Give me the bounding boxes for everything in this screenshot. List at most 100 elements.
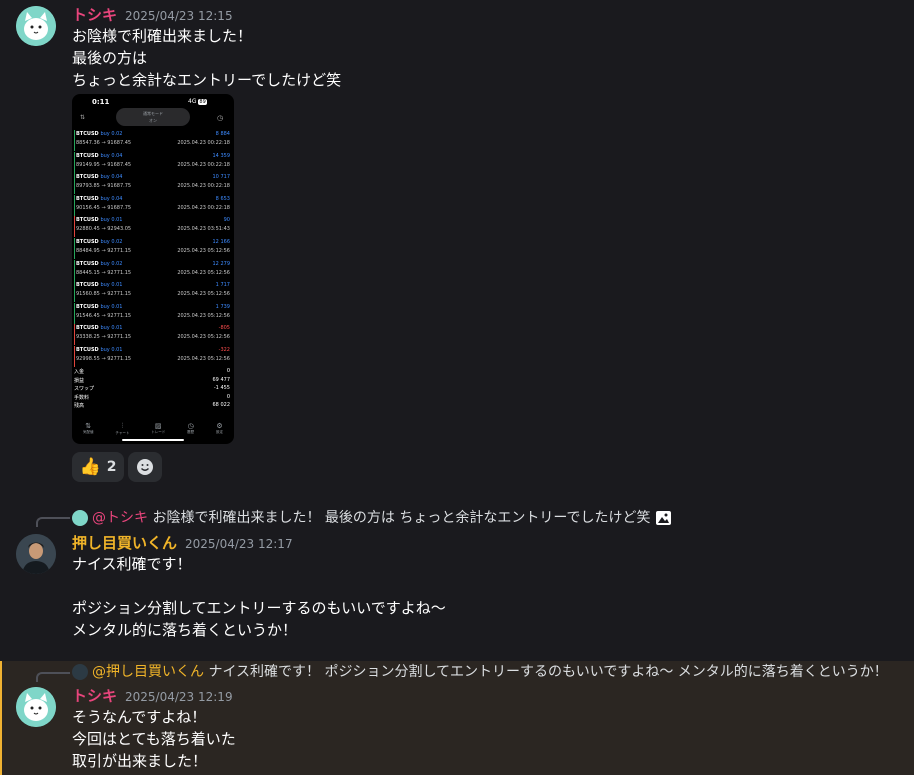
trade-row: BTCUSD buy 0.04 89793.85 → 91687.75 10 717… (74, 173, 232, 195)
message-content: そうなんですよね！ 今回はとても落ち着いた 取引が出来ました！ (72, 706, 236, 772)
trade-date: 2025.04.23 05:12:56 (177, 291, 230, 298)
trade-price: 93338.25 → 92771.15 (76, 334, 132, 341)
side-text: buy 0.02 (100, 239, 123, 245)
symbol-text: BTCUSD (76, 325, 99, 332)
summary-label: 手数料 (74, 394, 90, 401)
message-2: @トシキ お陰様で利確出来ました！ 最後の方は ちょっと余計なエントリーでしたけ… (0, 505, 914, 655)
nav-label: チャート (115, 431, 130, 435)
summary-row: 入金 0 (74, 368, 232, 376)
trade-date: 2025.04.23 03:51:43 (177, 226, 230, 233)
trade-symbol: BTCUSD buy 0.02 (76, 131, 122, 137)
nav-label: 設定 (216, 430, 224, 434)
trade-row: BTCUSD buy 0.01 93338.25 → 92771.15 -805 20… (74, 324, 232, 346)
phone-nav-item: ⇅ 気配値 (83, 422, 94, 436)
side-text: buy 0.02 (100, 131, 123, 137)
home-indicator (122, 439, 184, 441)
trade-symbol: BTCUSD buy 0.01 (76, 347, 122, 353)
side-text: buy 0.01 (100, 282, 123, 289)
symbol-text: BTCUSD (76, 217, 99, 224)
symbol-text: BTCUSD (76, 239, 99, 245)
trade-profit: 90 (223, 217, 230, 224)
trade-symbol: BTCUSD buy 0.01 (76, 217, 122, 223)
trade-symbol: BTCUSD buy 0.01 (76, 282, 122, 288)
trade-date: 2025.04.23 05:12:56 (177, 356, 230, 362)
trade-date: 2025.04.23 05:12:56 (177, 312, 230, 319)
trade-row: BTCUSD buy 0.02 88484.95 → 92771.15 12 166… (74, 238, 232, 259)
author-name[interactable]: トシキ (72, 687, 117, 705)
reply-reference[interactable]: @押し目買いくん ナイス利確です！ ポジション分割してエントリーするのもいいです… (72, 663, 888, 681)
trade-symbol: BTCUSD buy 0.01 (76, 304, 122, 310)
add-reaction-button[interactable] (128, 452, 162, 482)
trade-price: 88547.36 → 91687.45 (76, 140, 132, 146)
nav-icon: ⚙ (216, 422, 223, 430)
trade-row: BTCUSD buy 0.01 91560.85 → 92771.15 1 717 2… (74, 281, 232, 303)
trade-row: BTCUSD buy 0.01 91546.45 → 92771.15 1 739 2… (74, 302, 232, 324)
reaction-count: 2 (106, 459, 117, 475)
phone-nav-item: ⫶ チャート (115, 422, 129, 436)
trade-row: BTCUSD buy 0.02 88445.15 → 92771.15 12 279… (74, 259, 232, 281)
focus-mode-pill: 通常モード オン (116, 108, 190, 126)
message-content: ナイス利確です！ ポジション分割してエントリーするのもいいですよね〜 メンタル的… (72, 553, 446, 641)
trade-price: 89793.85 → 91687.75 (76, 183, 132, 190)
message-line: ナイス利確です！ (72, 555, 192, 573)
author-name[interactable]: 押し目買いくん (72, 534, 177, 552)
side-text: buy 0.04 (100, 152, 123, 159)
nav-icon: ⫶ (121, 422, 124, 430)
avatar[interactable] (16, 687, 56, 727)
phone-time: 0:11 (92, 98, 110, 106)
trade-profit: 12 279 (212, 260, 231, 267)
smiley-icon (137, 459, 153, 475)
symbol-text: BTCUSD (76, 282, 99, 289)
pill-title: 通常モード (143, 111, 163, 116)
side-text: buy 0.01 (100, 347, 123, 353)
avatar[interactable] (16, 6, 56, 46)
phone-signal: 4G 89 (188, 98, 207, 105)
reply-author[interactable]: @押し目買いくん (92, 663, 204, 681)
trade-profit: 1 717 (215, 282, 230, 289)
reaction-thumbs-up[interactable]: 👍 2 (72, 452, 124, 482)
image-icon (655, 511, 671, 525)
trade-profit: 12 166 (212, 239, 231, 245)
reply-spine (36, 672, 70, 682)
trade-price: 91546.45 → 92771.15 (76, 312, 132, 319)
message-line: メンタル的に落ち着くというか！ (72, 621, 298, 639)
reply-reference[interactable]: @トシキ お陰様で利確出来ました！ 最後の方は ちょっと余計なエントリーでしたけ… (72, 509, 671, 527)
summary-label: 損益 (74, 377, 85, 384)
author-name[interactable]: トシキ (72, 6, 117, 24)
reply-spine (36, 517, 70, 527)
trade-profit: 14 359 (212, 152, 231, 159)
thumbs-up-icon: 👍 (79, 457, 101, 477)
message-line: 最後の方は (72, 49, 148, 67)
timestamp[interactable]: 2025/04/23 12:15 (125, 9, 233, 23)
symbol-text: BTCUSD (76, 260, 99, 267)
trade-profit: -805 (218, 325, 230, 332)
trade-profit: 8 653 (215, 195, 230, 202)
symbol-text: BTCUSD (76, 131, 99, 137)
trade-date: 2025.04.23 00:22:18 (177, 140, 230, 146)
trade-symbol: BTCUSD buy 0.01 (76, 325, 122, 331)
summary-value: 0 (226, 393, 230, 400)
avatar[interactable] (16, 534, 56, 574)
message-content: お陰様で利確出来ました！ 最後の方は ちょっと余計なエントリーでしたけど笑 (72, 25, 341, 91)
message-line (72, 575, 446, 597)
reply-preview[interactable]: お陰様で利確出来ました！ 最後の方は ちょっと余計なエントリーでしたけど笑 (152, 509, 650, 527)
phone-nav-item: ▨ トレード (151, 422, 165, 436)
timestamp[interactable]: 2025/04/23 12:19 (125, 690, 233, 704)
summary-value: -1 455 (213, 385, 230, 391)
message-line: ポジション分割してエントリーするのもいいですよね〜 (72, 599, 446, 617)
image-attachment[interactable]: 0:11 4G 89 ⇅ ◷ 通常モード オン BTCUSD buy 0.02 8… (72, 94, 234, 444)
pill-sub: オン (149, 118, 157, 123)
phone-nav-item: ◷ 履歴 (187, 422, 194, 436)
nav-icon: ▨ (154, 422, 162, 430)
reply-preview[interactable]: ナイス利確です！ ポジション分割してエントリーするのもいいですよね〜 メンタル的… (208, 663, 887, 681)
message-line: ちょっと余計なエントリーでしたけど笑 (72, 71, 342, 89)
symbol-text: BTCUSD (76, 195, 99, 202)
trade-row: BTCUSD buy 0.02 88547.36 → 91687.45 8 884 2… (74, 130, 232, 151)
trade-date: 2025.04.23 05:12:56 (177, 248, 230, 254)
message-3: @押し目買いくん ナイス利確です！ ポジション分割してエントリーするのもいいです… (0, 661, 914, 775)
trade-row: BTCUSD buy 0.01 92998.55 → 92771.15 -322 20… (74, 346, 232, 367)
reply-author[interactable]: @トシキ (92, 509, 148, 527)
trade-profit: 8 884 (215, 131, 230, 137)
symbol-text: BTCUSD (76, 174, 99, 181)
timestamp[interactable]: 2025/04/23 12:17 (185, 537, 293, 551)
